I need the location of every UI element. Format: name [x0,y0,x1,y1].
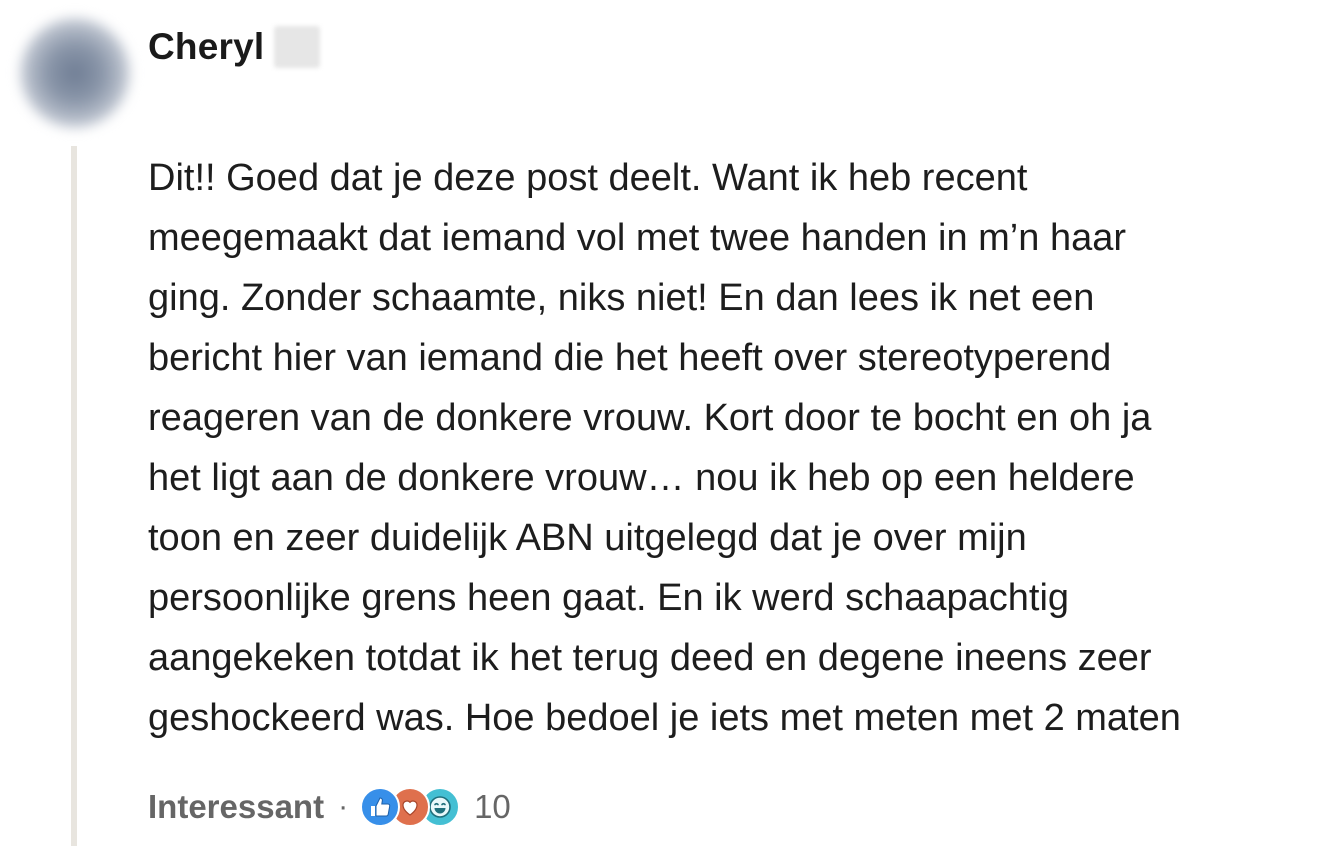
comment-actions: Interessant · 10 [148,783,511,831]
reactions-summary[interactable] [360,783,461,831]
comment-line: geshockeerd was. Hoe bedoel je iets met … [148,697,1181,739]
comment-line: aangekeken totdat ik het terug deed en d… [148,637,1152,679]
commenter-avatar[interactable] [20,18,130,128]
comment-text: Dit!! Goed dat je deze post deelt. Want … [148,148,1338,748]
author-name[interactable]: Cheryl [148,26,264,68]
like-icon [360,787,401,827]
reaction-count[interactable]: 10 [474,788,511,826]
comment-header: Cheryl [148,22,321,72]
comment-line: toon en zeer duidelijk ABN uitgelegd dat… [148,517,1027,559]
comment-line: reageren van de donkere vrouw. Kort door… [148,397,1152,439]
comment-line: Dit!! Goed dat je deze post deelt. Want … [148,157,1028,199]
comment-line: persoonlijke grens heen gaat. En ik werd… [148,577,1070,619]
comment-line: meegemaakt dat iemand vol met twee hande… [148,217,1126,259]
redacted-surname [274,26,321,68]
comment-line: bericht hier van iemand die het heeft ov… [148,337,1112,379]
separator-dot: · [338,790,349,823]
comment-line: het ligt aan de donkere vrouw… nou ik he… [148,457,1135,499]
comment-line: ging. Zonder schaamte, niks niet! En dan… [148,277,1095,319]
thread-line [71,146,77,846]
reaction-button[interactable]: Interessant [148,788,324,826]
